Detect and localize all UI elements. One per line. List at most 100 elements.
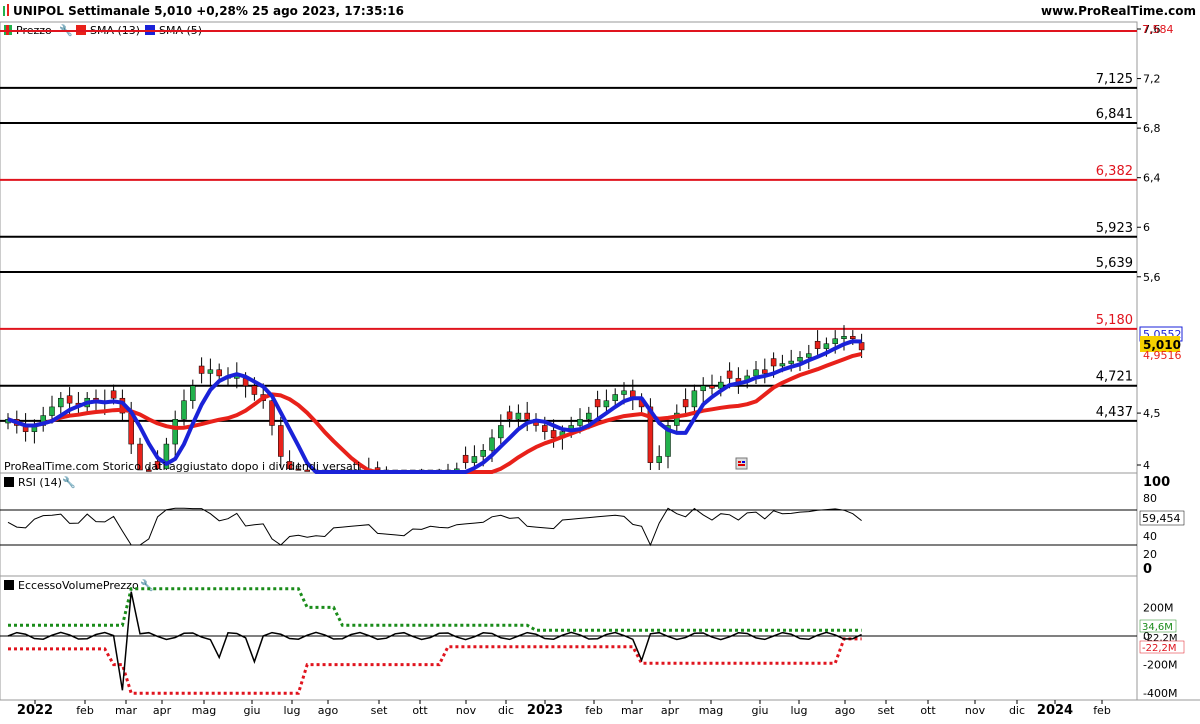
x-tick-label: set <box>371 704 388 717</box>
price-axis: 7,67,26,86,465,64,54 <box>1137 23 1161 472</box>
price-candles <box>5 325 865 472</box>
level-label: 5,639 <box>1096 256 1133 271</box>
sma13-line <box>7 351 863 474</box>
rsi-tick-label: 0 <box>1143 562 1152 577</box>
chart-title: UNIPOL Settimanale 5,010 +0,28% 25 ago 2… <box>13 4 404 18</box>
candle-body <box>480 450 486 457</box>
candle-body <box>374 467 381 471</box>
candle-body <box>603 400 610 408</box>
rsi-panel[interactable] <box>0 472 1138 577</box>
y-tick-label: 6,4 <box>1143 172 1161 185</box>
x-tick-label: ott <box>920 704 936 717</box>
x-tick-label: ago <box>318 704 339 717</box>
volume-upper-band <box>8 587 862 632</box>
candle-body <box>621 390 627 395</box>
y-tick-label: 4 <box>1143 459 1150 472</box>
rsi-tick-label: 40 <box>1143 530 1157 543</box>
candle-body <box>66 395 73 404</box>
rsi-wrench-icon[interactable]: 🔧 <box>62 475 76 489</box>
candle-body <box>823 343 830 349</box>
site-link[interactable]: www.ProRealTime.com <box>1041 4 1196 18</box>
x-tick-label: mar <box>621 704 643 717</box>
candle-body <box>762 369 768 374</box>
rsi-line <box>7 507 862 547</box>
candle-body <box>841 336 847 340</box>
candle-body <box>190 385 196 401</box>
candle-body <box>489 437 495 451</box>
x-tick-label: mag <box>699 704 723 717</box>
candle-body <box>770 358 777 367</box>
candle-body <box>594 399 601 408</box>
rsi-axis: 100806040200 <box>0 475 1170 577</box>
y-tick-label: 7,2 <box>1143 73 1161 86</box>
volume-lower-band <box>8 637 862 695</box>
sma13-tag-value: 4,9516 <box>1143 349 1182 362</box>
x-tick-label: feb <box>76 704 94 717</box>
candle-body <box>806 353 812 358</box>
candle-body <box>550 430 557 439</box>
chart-window: UNIPOL Settimanale 5,010 +0,28% 25 ago 2… <box>0 0 1200 720</box>
candle-body <box>58 397 64 408</box>
candle-body <box>216 369 222 377</box>
candle-body <box>172 419 178 445</box>
chart-canvas[interactable]: UNIPOL Settimanale 5,010 +0,28% 25 ago 2… <box>0 0 1200 720</box>
volume-tick-label: -200M <box>1143 659 1177 672</box>
x-tick-label: 2024 <box>1037 703 1073 718</box>
candle-body <box>586 412 592 420</box>
rsi-legend: RSI (14) 🔧 <box>4 475 76 489</box>
volume-color-icon <box>4 580 14 590</box>
candle-body <box>709 385 715 389</box>
volume-legend-label: EccessoVolumePrezzo <box>18 579 139 592</box>
candle-body <box>251 385 258 395</box>
candle-body <box>524 412 530 420</box>
watermark: ProRealTime.com Storico dati aggiustato … <box>4 460 360 473</box>
x-tick-label: lug <box>283 704 300 717</box>
x-tick-label: dic <box>1009 704 1025 717</box>
y-tick-label: 6,8 <box>1143 122 1161 135</box>
x-tick-label: ott <box>412 704 428 717</box>
candle-body <box>814 340 821 349</box>
candle-body <box>612 394 618 401</box>
level-label: 4,437 <box>1096 405 1133 420</box>
candle-body <box>832 338 838 344</box>
candle-body <box>207 369 214 374</box>
x-tick-label: mar <box>115 704 137 717</box>
y-tick-label: 5,6 <box>1143 271 1161 284</box>
volume-tick-label: -400M <box>1143 687 1177 700</box>
rsi-tick-label: 20 <box>1143 548 1157 561</box>
time-axis: 2022 feb mar apr mag giu lug ago set ott nov dic 202… <box>17 700 1111 718</box>
dividend-icon[interactable] <box>735 457 748 470</box>
candle-body <box>198 365 205 374</box>
level-label: 6,841 <box>1096 107 1133 122</box>
y-tick-label: 6 <box>1143 221 1150 234</box>
x-tick-label: nov <box>965 704 986 717</box>
candle-body <box>269 400 275 426</box>
candle-body <box>515 412 522 420</box>
candle-body <box>278 425 284 457</box>
x-tick-label: set <box>878 704 895 717</box>
fibonacci-levels: 7,125 6,841 6,382 5,923 5,639 5,180 4,721 4,437 <box>0 29 1137 422</box>
candle-body <box>462 454 469 463</box>
x-tick-label: lug <box>790 704 807 717</box>
candle-body <box>542 425 548 432</box>
candle-body <box>577 419 583 426</box>
rsi-legend-label: RSI (14) <box>18 476 62 489</box>
x-tick-label: feb <box>585 704 603 717</box>
x-tick-label: apr <box>153 704 172 717</box>
x-tick-label: nov <box>456 704 477 717</box>
rsi-color-icon <box>4 477 14 487</box>
volume-red-value: -22,2M <box>1142 643 1177 654</box>
candle-body <box>471 456 478 463</box>
price-panel[interactable] <box>0 21 1138 474</box>
candle-body <box>753 369 759 377</box>
rsi-tag-value: 59,454 <box>1142 512 1181 525</box>
top-level-tag: 7,584 <box>1142 23 1174 36</box>
candle-body <box>682 399 689 408</box>
level-label: 5,923 <box>1096 221 1133 236</box>
x-tick-label: mag <box>192 704 216 717</box>
candle-body <box>726 370 733 379</box>
x-tick-label: dic <box>498 704 514 717</box>
candle-body <box>110 390 117 399</box>
x-tick-label: giu <box>243 704 260 717</box>
x-tick-label: feb <box>1093 704 1111 717</box>
